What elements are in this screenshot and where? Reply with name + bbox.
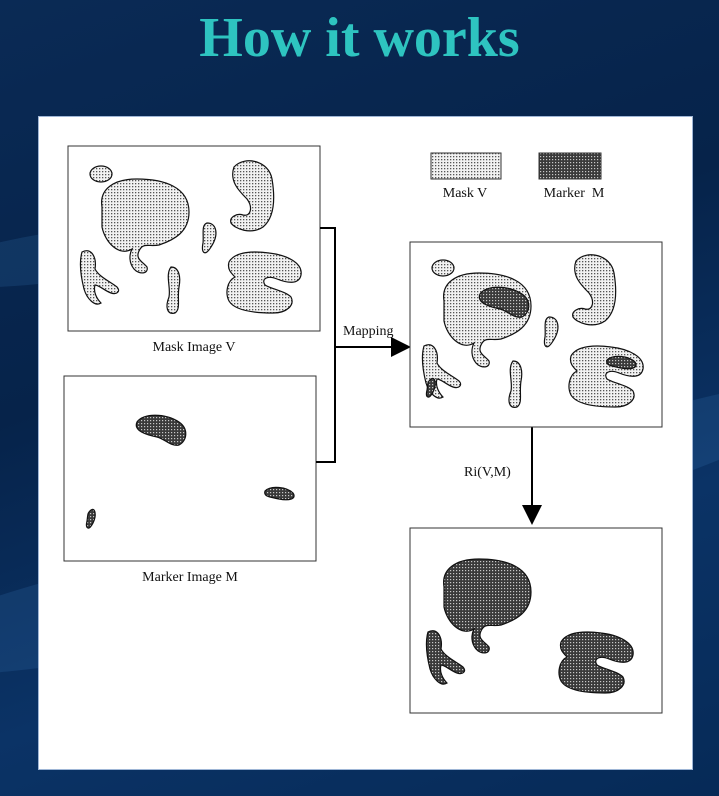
legend-swatch-marker [538, 152, 602, 180]
slide-title: How it works [199, 7, 520, 69]
reconstruction-label: Ri(V,M) [464, 465, 511, 480]
mask-blob [89, 165, 113, 183]
result-blob [558, 631, 634, 694]
reconstruction-result-panel [409, 527, 663, 714]
marker-image-label: Marker Image M [142, 570, 238, 585]
mask-image-panel: Mask Image V [67, 145, 321, 355]
mask-image-label: Mask Image V [153, 340, 236, 355]
legend-swatch-mask [430, 152, 502, 180]
mask-blob [431, 259, 455, 277]
mask-blob [568, 345, 644, 408]
mask-blob [166, 266, 181, 314]
mask-blob [226, 251, 302, 314]
marker-image-panel: Marker Image M [63, 375, 317, 585]
mapping-label: Mapping [343, 324, 394, 339]
figure-panel: Mask Image V Marker Image M Mask V Marke… [38, 116, 693, 770]
mask-blob [508, 360, 523, 408]
legend-label-mask: Mask V [443, 186, 487, 201]
legend: Mask V Marker M [430, 152, 605, 201]
morphology-diagram: Mask Image V Marker Image M Mask V Marke… [63, 145, 663, 714]
combined-image-panel [409, 241, 663, 428]
legend-label-marker: Marker M [544, 186, 605, 201]
